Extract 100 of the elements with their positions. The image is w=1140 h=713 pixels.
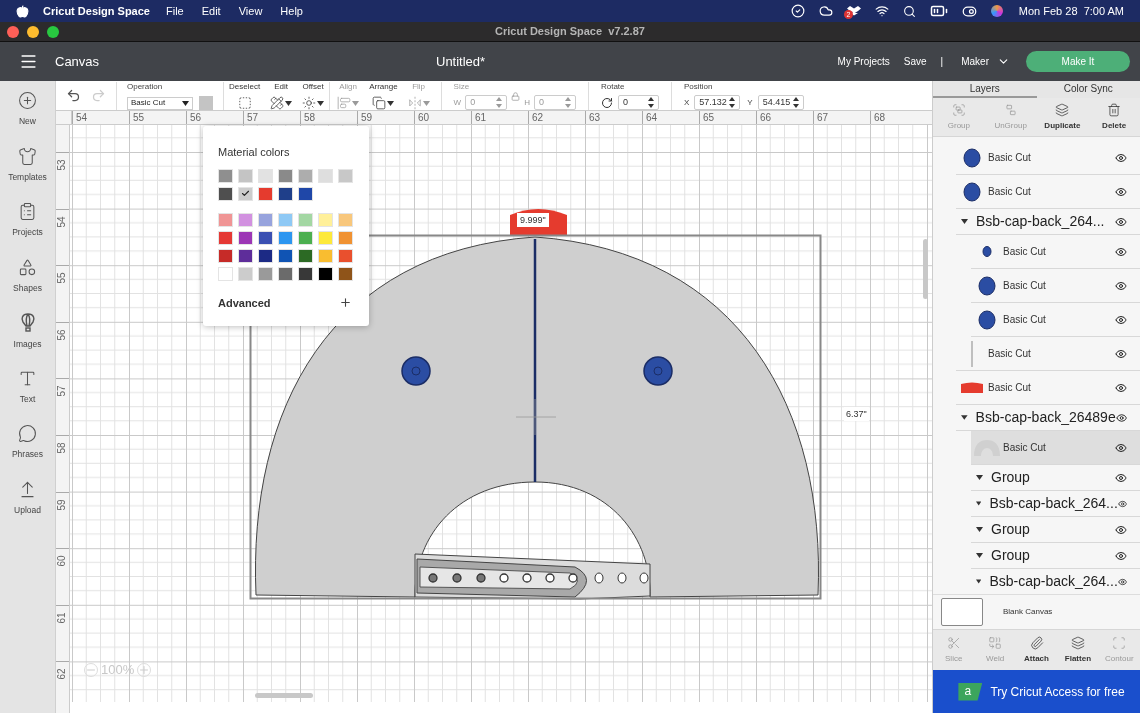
sidebar-item[interactable]: Phrases (0, 424, 55, 480)
eye-icon[interactable] (1115, 313, 1127, 326)
clock[interactable]: Mon Feb 28 7:00 AM (1018, 2, 1124, 20)
sidebar-item[interactable]: New (0, 91, 55, 147)
layer-row[interactable]: Basic Cut (956, 175, 1140, 209)
color-swatch[interactable] (218, 230, 233, 245)
menu-item[interactable]: View (238, 2, 263, 20)
layer-row[interactable]: Basic Cut (956, 141, 1140, 175)
color-swatch[interactable] (278, 186, 293, 201)
scrollbar-thumb[interactable] (923, 239, 928, 299)
layer-row[interactable]: Basic Cut (971, 303, 1140, 337)
color-swatch[interactable] (258, 186, 273, 201)
color-swatch[interactable] (298, 266, 313, 281)
color-swatch[interactable] (278, 266, 293, 281)
layer-group-row[interactable]: Group (971, 517, 1140, 543)
spinner-icon[interactable] (647, 97, 654, 108)
color-swatch[interactable] (318, 212, 333, 227)
color-swatch[interactable] (318, 168, 333, 183)
eye-icon[interactable] (1115, 471, 1127, 484)
color-swatch[interactable] (238, 248, 253, 263)
panel-action-button[interactable]: Delete (1088, 98, 1140, 136)
color-swatch[interactable] (218, 266, 233, 281)
eye-icon[interactable] (1115, 215, 1127, 228)
color-swatch[interactable] (218, 212, 233, 227)
tool-button[interactable]: Deselect (224, 81, 266, 110)
color-swatch[interactable] (298, 230, 313, 245)
sidebar-item[interactable]: Shapes (0, 257, 55, 313)
color-swatch[interactable] (218, 168, 233, 183)
color-swatch[interactable] (258, 168, 273, 183)
sidebar-item[interactable]: Upload (0, 479, 55, 535)
color-swatch[interactable] (298, 168, 313, 183)
sidebar-item[interactable]: Images (0, 313, 55, 369)
scrollbar-thumb[interactable] (255, 693, 313, 698)
spinner-icon[interactable] (792, 97, 799, 108)
eye-icon[interactable] (1115, 245, 1127, 258)
layer-group-row[interactable]: Bsb-cap-back_264... (971, 491, 1140, 517)
color-swatch[interactable] (318, 248, 333, 263)
blank-canvas-thumbnail[interactable] (941, 598, 983, 626)
color-swatch[interactable] (278, 168, 293, 183)
header-link[interactable]: My Projects (837, 54, 890, 69)
color-swatch[interactable] (298, 248, 313, 263)
spinner-icon[interactable] (729, 97, 736, 108)
wifi-icon[interactable] (874, 4, 889, 18)
eye-icon[interactable] (1115, 185, 1127, 198)
undo-icon[interactable] (66, 88, 81, 103)
zoom-icon[interactable] (47, 26, 59, 38)
access-banner[interactable]: a Try Cricut Access for free (933, 670, 1140, 713)
sidebar-item[interactable]: Text (0, 368, 55, 424)
color-swatch[interactable] (338, 168, 353, 183)
header-link[interactable]: Save (903, 54, 927, 69)
layer-group-row[interactable]: Bsb-cap-back_264... (956, 209, 1140, 235)
color-swatch[interactable] (218, 248, 233, 263)
eye-icon[interactable] (1115, 151, 1127, 164)
color-swatch[interactable] (238, 168, 253, 183)
menu-item[interactable]: Help (280, 2, 303, 20)
eye-icon[interactable] (1115, 523, 1127, 536)
color-swatch[interactable] (278, 248, 293, 263)
layer-group-row[interactable]: Group (971, 543, 1140, 569)
close-icon[interactable] (7, 26, 19, 38)
layer-row[interactable]: Basic Cut (971, 431, 1140, 465)
color-swatch[interactable] (338, 248, 353, 263)
color-swatch[interactable] (218, 186, 233, 201)
color-swatch[interactable] (258, 230, 273, 245)
layer-row[interactable]: Basic Cut (956, 371, 1140, 405)
color-swatch[interactable] (318, 230, 333, 245)
strap-drawing[interactable] (414, 553, 651, 600)
operation-select[interactable]: Basic Cut (127, 96, 193, 110)
color-swatch[interactable] (338, 212, 353, 227)
toggle-icon[interactable] (961, 3, 977, 19)
color-swatch[interactable] (238, 186, 253, 201)
color-swatch[interactable] (199, 96, 213, 110)
menu-item[interactable]: File (166, 2, 184, 20)
sidebar-item[interactable]: Projects (0, 202, 55, 258)
tool-button[interactable]: Edit (265, 81, 298, 110)
layer-group-row[interactable]: Group (971, 465, 1140, 491)
advanced-link[interactable]: Advanced (218, 294, 271, 311)
check-circle-icon[interactable] (790, 4, 805, 18)
x-position-field[interactable]: 57.132 (694, 95, 741, 110)
panel-action-button[interactable]: Flatten (1057, 630, 1099, 670)
color-swatch[interactable] (298, 212, 313, 227)
color-swatch[interactable] (278, 230, 293, 245)
eye-icon[interactable] (1115, 381, 1127, 394)
layer-row[interactable]: Basic Cut (956, 337, 1140, 371)
color-swatch[interactable] (298, 186, 313, 201)
apple-icon[interactable] (16, 4, 29, 18)
color-swatch[interactable] (338, 230, 353, 245)
panel-action-button[interactable]: Attach (1015, 630, 1058, 670)
layer-row[interactable]: Basic Cut (971, 269, 1140, 303)
eye-icon[interactable] (1115, 347, 1127, 360)
color-swatch[interactable] (318, 266, 333, 281)
panel-action-button[interactable]: Duplicate (1036, 98, 1089, 136)
box-icon[interactable] (846, 4, 861, 18)
color-swatch[interactable] (238, 266, 253, 281)
layer-row[interactable]: Basic Cut (971, 235, 1140, 269)
tool-button[interactable]: Offset (297, 81, 330, 110)
eye-icon[interactable] (1115, 279, 1127, 292)
color-swatch[interactable] (258, 248, 273, 263)
app-menu[interactable]: Cricut Design Space (43, 2, 150, 20)
y-position-field[interactable]: 54.415 (757, 95, 804, 110)
assistant-icon[interactable] (990, 5, 1003, 17)
